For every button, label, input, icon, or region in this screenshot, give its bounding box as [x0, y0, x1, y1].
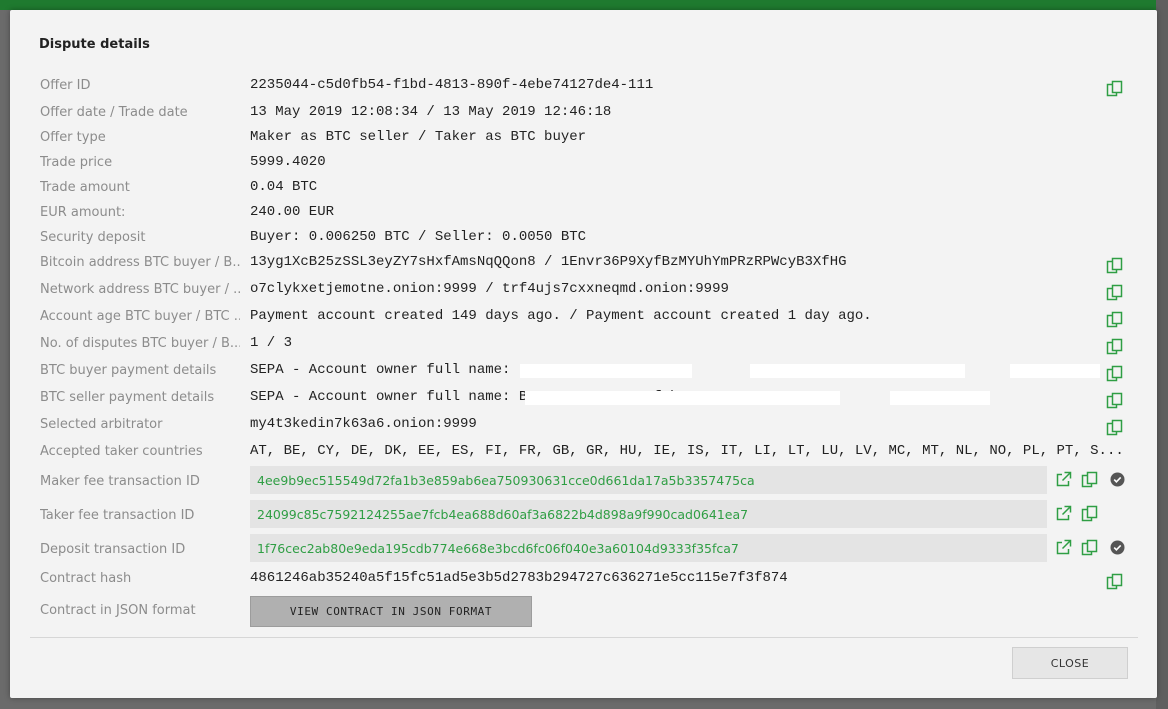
row-label: BTC buyer payment details — [40, 363, 217, 378]
copy-icon[interactable] — [1106, 338, 1123, 355]
row-value: Buyer: 0.006250 BTC / Seller: 0.0050 BTC — [250, 229, 587, 245]
tx-id-value[interactable]: 24099c85c7592124255ae7fcb4ea688d60af3a68… — [257, 507, 748, 522]
tx-id-field[interactable]: 24099c85c7592124255ae7fcb4ea688d60af3a68… — [250, 500, 1047, 528]
tx-id-value[interactable]: 1f76cec2ab80e9eda195cdb774e668e3bcd6fc06… — [257, 541, 739, 556]
copy-icon[interactable] — [1106, 311, 1123, 328]
row-label: Offer type — [40, 130, 106, 145]
row-eur-amount: EUR amount: 240.00 EUR — [10, 204, 1157, 224]
copy-icon[interactable] — [1106, 392, 1123, 409]
row-label: Security deposit — [40, 230, 146, 245]
row-offer-type: Offer type Maker as BTC seller / Taker a… — [10, 129, 1157, 149]
copy-icon[interactable] — [1106, 573, 1123, 590]
row-label: No. of disputes BTC buyer / B... — [40, 336, 240, 351]
external-link-icon[interactable] — [1055, 471, 1072, 488]
check-circle-icon — [1110, 472, 1125, 487]
row-value: 13yg1XcB25zSSL3eyZY7sHxfAmsNqQQon8 / 1En… — [250, 254, 847, 270]
row-value: 2235044-c5d0fb54-f1bd-4813-890f-4ebe7412… — [250, 77, 654, 93]
row-label: Account age BTC buyer / BTC ... — [40, 309, 240, 324]
row-label: Bitcoin address BTC buyer / B... — [40, 255, 240, 270]
row-accepted-taker-countries: Accepted taker countries AT, BE, CY, DE,… — [10, 443, 1157, 463]
row-label: Taker fee transaction ID — [40, 508, 195, 523]
row-bitcoin-address: Bitcoin address BTC buyer / B... 13yg1Xc… — [10, 254, 1157, 274]
row-label: Deposit transaction ID — [40, 542, 186, 557]
row-label: BTC seller payment details — [40, 390, 215, 405]
row-label: Offer ID — [40, 78, 91, 93]
tx-id-field[interactable]: 4ee9b9ec515549d72fa1b3e859ab6ea750930631… — [250, 466, 1047, 494]
copy-icon[interactable] — [1081, 471, 1098, 488]
tx-id-value[interactable]: 4ee9b9ec515549d72fa1b3e859ab6ea750930631… — [257, 473, 755, 488]
row-disputes-count: No. of disputes BTC buyer / B... 1 / 3 — [10, 335, 1157, 355]
row-account-age: Account age BTC buyer / BTC ... Payment … — [10, 308, 1157, 328]
row-value: 13 May 2019 12:08:34 / 13 May 2019 12:46… — [250, 104, 612, 120]
row-security-deposit: Security deposit Buyer: 0.006250 BTC / S… — [10, 229, 1157, 249]
redaction — [525, 391, 840, 405]
row-buyer-payment-details: BTC buyer payment details SEPA - Account… — [10, 362, 1157, 382]
redaction — [520, 364, 692, 378]
copy-icon[interactable] — [1081, 539, 1098, 556]
row-value: Payment account created 149 days ago. / … — [250, 308, 872, 324]
row-label: Contract in JSON format — [40, 603, 196, 618]
background-edge — [1156, 0, 1168, 709]
row-label: Selected arbitrator — [40, 417, 163, 432]
copy-icon[interactable] — [1081, 505, 1098, 522]
row-offer-trade-date: Offer date / Trade date 13 May 2019 12:0… — [10, 104, 1157, 124]
row-label: Trade amount — [40, 180, 130, 195]
view-contract-json-button[interactable]: VIEW CONTRACT IN JSON FORMAT — [250, 596, 532, 627]
copy-icon[interactable] — [1106, 257, 1123, 274]
dispute-details-dialog: Dispute details Offer ID 2235044-c5d0fb5… — [10, 10, 1157, 698]
row-taker-fee-tx: Taker fee transaction ID 24099c85c759212… — [10, 500, 1157, 530]
external-link-icon[interactable] — [1055, 539, 1072, 556]
redaction — [750, 364, 965, 378]
row-value: Maker as BTC seller / Taker as BTC buyer — [250, 129, 587, 145]
tx-id-field[interactable]: 1f76cec2ab80e9eda195cdb774e668e3bcd6fc06… — [250, 534, 1047, 562]
row-value: 4861246ab35240a5f15fc51ad5e3b5d2783b2947… — [250, 570, 788, 586]
row-label: Maker fee transaction ID — [40, 474, 200, 489]
row-label: EUR amount: — [40, 205, 126, 220]
row-seller-payment-details: BTC seller payment details SEPA - Accoun… — [10, 389, 1157, 409]
row-trade-price: Trade price 5999.4020 — [10, 154, 1157, 174]
row-label: Accepted taker countries — [40, 444, 203, 459]
footer-divider — [30, 637, 1138, 638]
redaction — [890, 391, 990, 405]
row-value: AT, BE, CY, DE, DK, EE, ES, FI, FR, GB, … — [250, 443, 1124, 459]
row-label: Trade price — [40, 155, 113, 170]
row-label: Offer date / Trade date — [40, 105, 188, 120]
row-value: my4t3kedin7k63a6.onion:9999 — [250, 416, 477, 432]
row-value: 1 / 3 — [250, 335, 293, 351]
close-button[interactable]: CLOSE — [1012, 647, 1128, 679]
redaction — [1010, 364, 1100, 378]
row-value: 240.00 EUR — [250, 204, 335, 220]
copy-icon[interactable] — [1106, 284, 1123, 301]
row-offer-id: Offer ID 2235044-c5d0fb54-f1bd-4813-890f… — [10, 77, 1157, 97]
row-value: 5999.4020 — [250, 154, 326, 170]
check-circle-icon — [1110, 540, 1125, 555]
row-value: o7clykxetjemotne.onion:9999 / trf4ujs7cx… — [250, 281, 729, 297]
row-label: Network address BTC buyer / ... — [40, 282, 240, 297]
row-contract-json: Contract in JSON format — [10, 602, 1157, 622]
row-deposit-tx: Deposit transaction ID 1f76cec2ab80e9eda… — [10, 534, 1157, 564]
row-trade-amount: Trade amount 0.04 BTC — [10, 179, 1157, 199]
row-label: Contract hash — [40, 571, 132, 586]
copy-icon[interactable] — [1106, 365, 1123, 382]
copy-icon[interactable] — [1106, 80, 1123, 97]
dialog-title: Dispute details — [39, 37, 150, 52]
row-selected-arbitrator: Selected arbitrator my4t3kedin7k63a6.oni… — [10, 416, 1157, 436]
row-maker-fee-tx: Maker fee transaction ID 4ee9b9ec515549d… — [10, 466, 1157, 496]
copy-icon[interactable] — [1106, 419, 1123, 436]
row-value: 0.04 BTC — [250, 179, 318, 195]
background-header-strip — [0, 0, 1168, 10]
external-link-icon[interactable] — [1055, 505, 1072, 522]
row-network-address: Network address BTC buyer / ... o7clykxe… — [10, 281, 1157, 301]
row-contract-hash: Contract hash 4861246ab35240a5f15fc51ad5… — [10, 570, 1157, 590]
